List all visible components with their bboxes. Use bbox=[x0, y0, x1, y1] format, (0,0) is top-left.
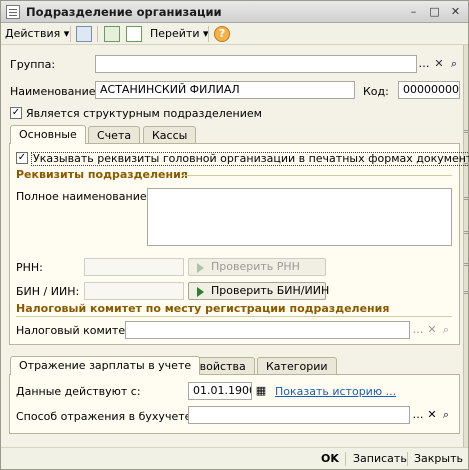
bin-label: БИН / ИИН: bbox=[16, 285, 80, 298]
main-tab-panel: ✓ Указывать реквизиты головной организац… bbox=[9, 143, 469, 345]
ok-button[interactable]: OK bbox=[321, 452, 339, 465]
use-head-checkbox[interactable]: ✓ bbox=[16, 152, 28, 164]
tab-cash[interactable]: Кассы bbox=[143, 126, 197, 144]
check-rnn-button[interactable]: Проверить РНН bbox=[188, 258, 326, 276]
name-label: Наименование: bbox=[10, 85, 100, 98]
copy-icon[interactable] bbox=[126, 26, 142, 42]
code-field[interactable]: 000000006 bbox=[398, 81, 460, 99]
close-button[interactable]: Закрыть bbox=[414, 452, 463, 465]
group-label: Группа: bbox=[10, 58, 56, 71]
goto-menu[interactable]: Перейти ▾ bbox=[150, 26, 209, 42]
check-rnn-label: Проверить РНН bbox=[211, 260, 300, 273]
title-bar: Подразделение организации – □ ✕ bbox=[1, 1, 468, 23]
tab-salary-reflection[interactable]: Отражение зарплаты в учете bbox=[10, 356, 201, 375]
bin-field[interactable] bbox=[84, 282, 184, 300]
form-window: Подразделение организации – □ ✕ Действия… bbox=[0, 0, 469, 470]
full-name-label: Полное наименование: bbox=[16, 190, 151, 203]
clear-icon[interactable]: ✕ bbox=[425, 407, 439, 423]
calendar-icon[interactable]: ▦ bbox=[254, 383, 268, 399]
full-name-field[interactable] bbox=[147, 188, 452, 246]
toolbar: Действия ▾ Перейти ▾ ? bbox=[1, 23, 468, 45]
section-divider bbox=[16, 316, 452, 317]
method-label: Способ отражения в бухучете: bbox=[16, 410, 196, 423]
select-dots-icon[interactable]: … bbox=[411, 407, 425, 423]
post-save-icon[interactable] bbox=[76, 26, 92, 42]
date-label: Данные действуют с: bbox=[16, 385, 141, 398]
tab-categories[interactable]: Категории bbox=[257, 357, 337, 375]
rnn-label: РНН: bbox=[16, 261, 43, 274]
clear-icon[interactable]: ✕ bbox=[432, 56, 446, 72]
search-icon[interactable]: ⌕ bbox=[439, 407, 453, 423]
toolbar-separator bbox=[97, 26, 98, 42]
footer-bar: OK Записать Закрыть bbox=[1, 447, 468, 469]
search-icon[interactable]: ⌕ bbox=[447, 56, 461, 72]
toolbar-separator bbox=[70, 26, 71, 42]
date-field[interactable]: 01.01.1900 bbox=[188, 382, 252, 400]
refresh-icon[interactable] bbox=[104, 26, 120, 42]
check-bin-button[interactable]: Проверить БИН/ИИН bbox=[188, 282, 330, 300]
select-dots-icon[interactable]: … bbox=[417, 56, 431, 72]
section-requisites: Реквизиты подразделения bbox=[16, 168, 188, 181]
resize-edge[interactable] bbox=[463, 45, 468, 447]
tab-main[interactable]: Основные bbox=[10, 125, 86, 144]
close-window-button[interactable]: ✕ bbox=[449, 5, 462, 18]
toolbar-separator bbox=[208, 26, 209, 42]
name-field[interactable]: АСТАНИНСКИЙ ФИЛИАЛ bbox=[95, 81, 355, 99]
tax-field[interactable] bbox=[125, 321, 410, 339]
check-bin-label: Проверить БИН/ИИН bbox=[211, 284, 330, 297]
structural-label: Является структурным подразделением bbox=[26, 107, 262, 120]
code-label: Код: bbox=[363, 85, 389, 98]
section-divider bbox=[182, 175, 452, 176]
save-button[interactable]: Записать bbox=[353, 452, 407, 465]
group-field[interactable] bbox=[95, 55, 417, 73]
structural-checkbox[interactable]: ✓ bbox=[10, 107, 22, 119]
salary-tab-panel: Данные действуют с: 01.01.1900 ▦ Показат… bbox=[9, 374, 460, 434]
tab-accounts[interactable]: Счета bbox=[88, 126, 141, 144]
form-icon bbox=[6, 5, 20, 19]
maximize-button[interactable]: □ bbox=[428, 5, 441, 18]
section-tax: Налоговый комитет по месту регистрации п… bbox=[16, 302, 390, 315]
window-title: Подразделение организации bbox=[26, 5, 222, 19]
show-history-link[interactable]: Показать историю ... bbox=[275, 385, 396, 398]
clear-icon[interactable]: ✕ bbox=[425, 322, 439, 338]
use-head-label: Указывать реквизиты головной организации… bbox=[31, 152, 469, 166]
tax-label: Налоговый комитет: bbox=[16, 324, 136, 337]
select-dots-icon[interactable]: … bbox=[411, 322, 425, 338]
actions-menu[interactable]: Действия ▾ bbox=[5, 26, 69, 42]
method-field[interactable] bbox=[188, 406, 410, 424]
minimize-button[interactable]: – bbox=[407, 5, 420, 18]
footer-separator bbox=[345, 452, 346, 466]
play-icon bbox=[197, 263, 204, 273]
help-icon[interactable]: ? bbox=[214, 26, 230, 42]
footer-separator bbox=[407, 452, 408, 466]
search-icon[interactable]: ⌕ bbox=[439, 322, 453, 338]
rnn-field[interactable] bbox=[84, 258, 184, 276]
play-icon bbox=[197, 287, 204, 297]
